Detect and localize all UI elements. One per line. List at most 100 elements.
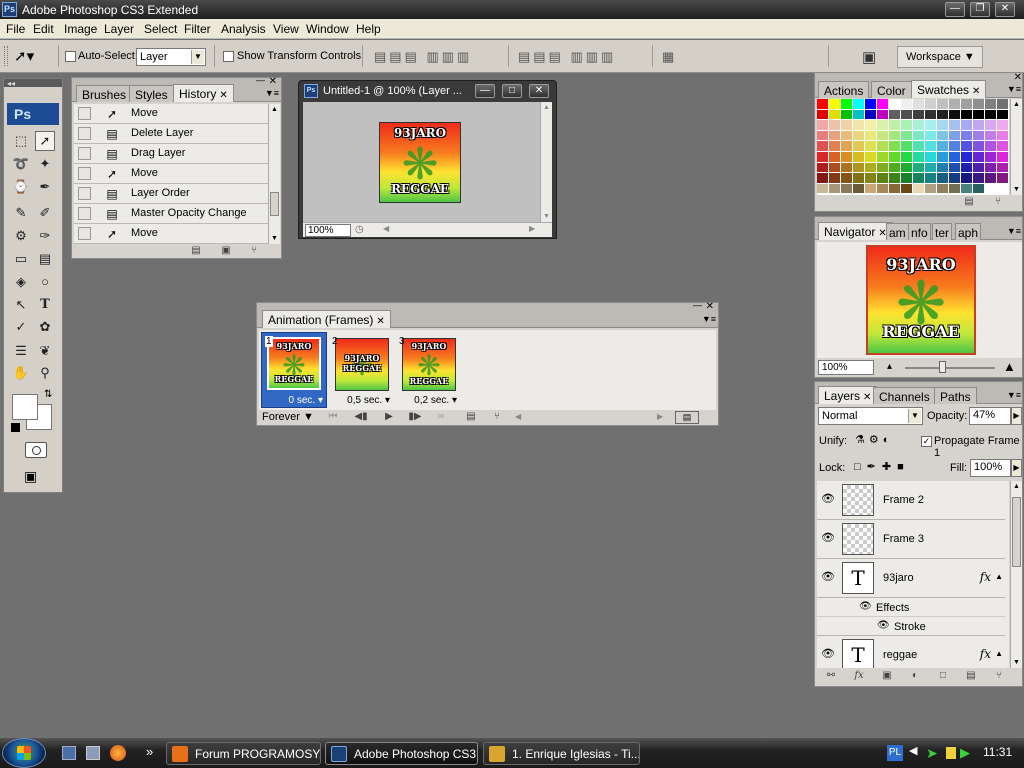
swatch-cell[interactable] xyxy=(973,173,985,184)
scroll-thumb[interactable] xyxy=(1012,497,1021,567)
swatch-cell[interactable] xyxy=(985,120,997,131)
tab-navigator[interactable]: Navigator ✕ xyxy=(818,222,893,240)
swatch-cell[interactable] xyxy=(877,162,889,174)
close-icon[interactable]: ✕ xyxy=(863,392,871,403)
swatch-cell[interactable] xyxy=(961,141,973,152)
swatch-cell[interactable] xyxy=(841,141,853,152)
swatch-cell[interactable] xyxy=(961,109,973,121)
hand-tool[interactable]: ✋ xyxy=(11,363,31,383)
swatch-cell[interactable] xyxy=(841,173,853,184)
zoom-out-icon[interactable]: ▴ xyxy=(887,361,892,372)
swatch-cell[interactable] xyxy=(925,141,937,152)
swatch-cell[interactable] xyxy=(901,141,913,152)
swatch-cell[interactable] xyxy=(913,99,925,110)
swatch-cell[interactable] xyxy=(865,151,877,163)
swatch-cell[interactable] xyxy=(901,162,913,174)
trash-icon[interactable]: ⑂ xyxy=(991,670,1007,684)
swatch-cell[interactable] xyxy=(913,183,925,195)
menu-file[interactable]: File xyxy=(6,22,25,36)
stroke-effect-row[interactable]: 👁 Stroke xyxy=(817,617,1005,636)
menu-view[interactable]: View xyxy=(273,22,299,36)
eye-icon[interactable]: 👁 xyxy=(820,647,836,663)
blur-tool[interactable]: ◈ xyxy=(11,272,31,292)
minimize-button[interactable]: — xyxy=(945,2,965,17)
new-swatch-icon[interactable]: ▤ xyxy=(961,196,977,210)
swatch-cell[interactable] xyxy=(889,151,901,163)
move-tool[interactable]: ➚ xyxy=(35,131,55,151)
swatch-cell[interactable] xyxy=(961,183,973,195)
swatch-cell[interactable] xyxy=(829,162,841,174)
swatch-cell[interactable] xyxy=(901,99,913,110)
swatch-cell[interactable] xyxy=(973,151,985,163)
swatch-cell[interactable] xyxy=(829,173,841,184)
layer-row[interactable]: 👁 Frame 2 xyxy=(817,481,1005,520)
collapse-icon[interactable]: ◂◂ xyxy=(7,79,15,88)
default-colors-icon[interactable] xyxy=(11,423,20,432)
tab-paths[interactable]: Paths xyxy=(934,387,977,404)
swatch-cell[interactable] xyxy=(889,130,901,142)
history-item[interactable]: ▤ Layer Order xyxy=(74,184,268,204)
snapshot-icon[interactable]: ▣ xyxy=(218,245,234,259)
swatch-cell[interactable] xyxy=(865,183,877,195)
swatch-cell[interactable] xyxy=(829,109,841,121)
swatch-grid[interactable] xyxy=(817,99,1009,195)
layer-row[interactable]: 👁 T 93jaro fx ▲ xyxy=(817,559,1005,598)
swatch-cell[interactable] xyxy=(997,109,1009,121)
swatch-cell[interactable] xyxy=(817,173,829,184)
swatch-cell[interactable] xyxy=(937,141,949,152)
tray-play-icon[interactable]: ▶ xyxy=(960,745,970,761)
tray-app-icon[interactable] xyxy=(946,747,956,759)
swatch-cell[interactable] xyxy=(829,183,841,195)
link-layers-icon[interactable]: ⚯ xyxy=(823,670,839,684)
swatch-cell[interactable] xyxy=(829,130,841,142)
swatch-cell[interactable] xyxy=(937,151,949,163)
opacity-slider-button[interactable]: ▶ xyxy=(1011,407,1022,425)
swatch-cell[interactable] xyxy=(997,162,1009,174)
swatch-cell[interactable] xyxy=(841,109,853,121)
history-scrollbar[interactable]: ▲ ▼ xyxy=(268,104,280,244)
swatch-cell[interactable] xyxy=(889,183,901,195)
tab-animation[interactable]: Animation (Frames) ✕ xyxy=(262,310,391,328)
swatch-cell[interactable] xyxy=(901,173,913,184)
fx-icon[interactable]: fx xyxy=(980,647,991,661)
duplicate-frame-icon[interactable]: ▤ xyxy=(463,411,479,425)
swatch-cell[interactable] xyxy=(961,151,973,163)
navigator-preview[interactable]: ❋ 93JARO REGGAE xyxy=(866,245,976,355)
panel-menu-icon[interactable]: ▼≡ xyxy=(1007,390,1021,400)
swatch-cell[interactable] xyxy=(925,173,937,184)
swatch-cell[interactable] xyxy=(901,120,913,131)
swatch-cell[interactable] xyxy=(877,120,889,131)
distribute-buttons[interactable]: ▤▤▤ ▥▥▥ xyxy=(518,49,616,65)
marquee-tool[interactable]: ⬚ xyxy=(11,131,31,151)
tab-color[interactable]: Color xyxy=(871,81,912,98)
swatch-cell[interactable] xyxy=(853,99,865,110)
unify-buttons[interactable]: ⚗⚙◐ xyxy=(855,433,893,446)
swatch-cell[interactable] xyxy=(853,120,865,131)
taskbar-item-photoshop[interactable]: Adobe Photoshop CS3.... xyxy=(325,742,478,765)
swatch-cell[interactable] xyxy=(961,173,973,184)
layers-scrollbar[interactable]: ▲ ▼ xyxy=(1010,481,1022,668)
scroll-thumb[interactable] xyxy=(270,192,279,216)
foreground-color-swatch-top[interactable] xyxy=(12,394,38,420)
swatch-cell[interactable] xyxy=(997,173,1009,184)
swatch-cell[interactable] xyxy=(937,130,949,142)
tab-brushes[interactable]: Brushes xyxy=(76,85,133,102)
tab-filter[interactable]: ter xyxy=(932,223,953,240)
panel-menu-icon[interactable]: ▼≡ xyxy=(702,314,716,324)
swatch-cell[interactable] xyxy=(853,162,865,174)
swatch-cell[interactable] xyxy=(901,183,913,195)
swatch-cell[interactable] xyxy=(865,173,877,184)
history-item[interactable]: ➚ Move xyxy=(74,164,268,184)
swatch-cell[interactable] xyxy=(949,151,961,163)
swatch-cell[interactable] xyxy=(985,173,997,184)
layer-row[interactable]: 👁 T reggae fx ▲ xyxy=(817,636,1005,668)
type-tool[interactable]: T xyxy=(35,295,55,315)
swatch-cell[interactable] xyxy=(973,130,985,142)
animation-frame-2[interactable]: ❋ 93JARO REGGAE 2 0,5 sec. ▾ xyxy=(328,332,394,408)
gradient-tool[interactable]: ▤ xyxy=(35,249,55,269)
eye-icon[interactable]: 👁 xyxy=(820,570,836,586)
swatch-cell[interactable] xyxy=(901,130,913,142)
navigator-zoom-field[interactable]: 100% xyxy=(818,360,874,375)
swatch-cell[interactable] xyxy=(853,109,865,121)
swatch-cell[interactable] xyxy=(925,120,937,131)
